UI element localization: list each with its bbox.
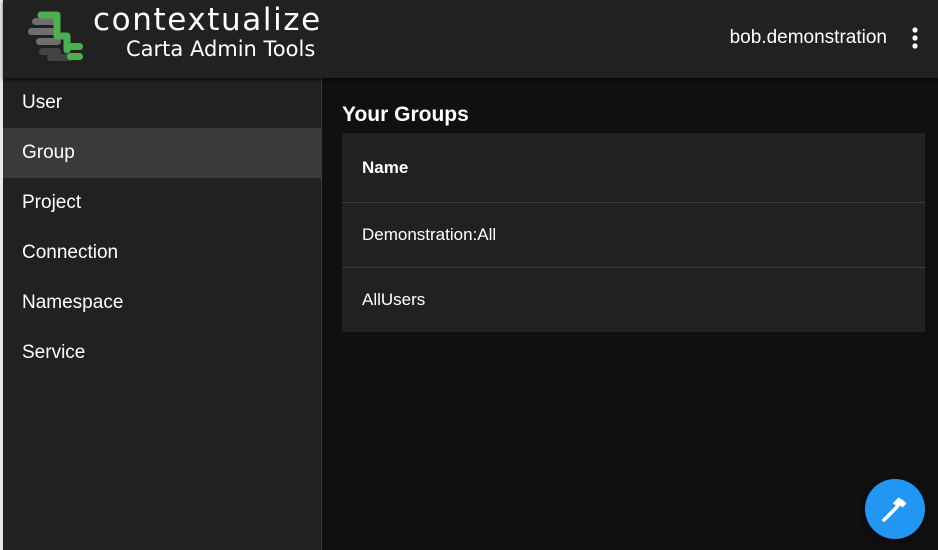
groups-table: Name Demonstration:All AllUsers: [342, 133, 925, 332]
overflow-menu-button[interactable]: [904, 25, 926, 53]
page-title: Your Groups: [342, 103, 469, 126]
sidebar-item-user[interactable]: User: [3, 78, 321, 128]
sidebar-item-namespace[interactable]: Namespace: [3, 278, 321, 328]
app-window: contextualize Carta Admin Tools bob.demo…: [0, 0, 938, 550]
sidebar-item-project[interactable]: Project: [3, 178, 321, 228]
sidebar-item-group[interactable]: Group: [3, 128, 321, 178]
contextualize-logo-icon: [28, 11, 83, 61]
brand-name: contextualize: [93, 2, 322, 38]
main-content: Your Groups Name Demonstration:All AllUs…: [322, 78, 938, 550]
top-app-bar: contextualize Carta Admin Tools bob.demo…: [3, 0, 938, 78]
hammer-icon: [882, 497, 907, 522]
tools-fab-button[interactable]: [865, 479, 925, 539]
sidebar-item-service[interactable]: Service: [3, 328, 321, 378]
brand-subtitle: Carta Admin Tools: [126, 37, 316, 61]
table-row[interactable]: Demonstration:All: [342, 203, 925, 268]
column-header-name[interactable]: Name: [342, 133, 925, 203]
sidebar-nav: User Group Project Connection Namespace …: [3, 78, 322, 550]
table-row[interactable]: AllUsers: [342, 268, 925, 332]
current-username[interactable]: bob.demonstration: [730, 27, 887, 49]
sidebar-item-connection[interactable]: Connection: [3, 228, 321, 278]
more-vertical-icon: [912, 27, 918, 49]
